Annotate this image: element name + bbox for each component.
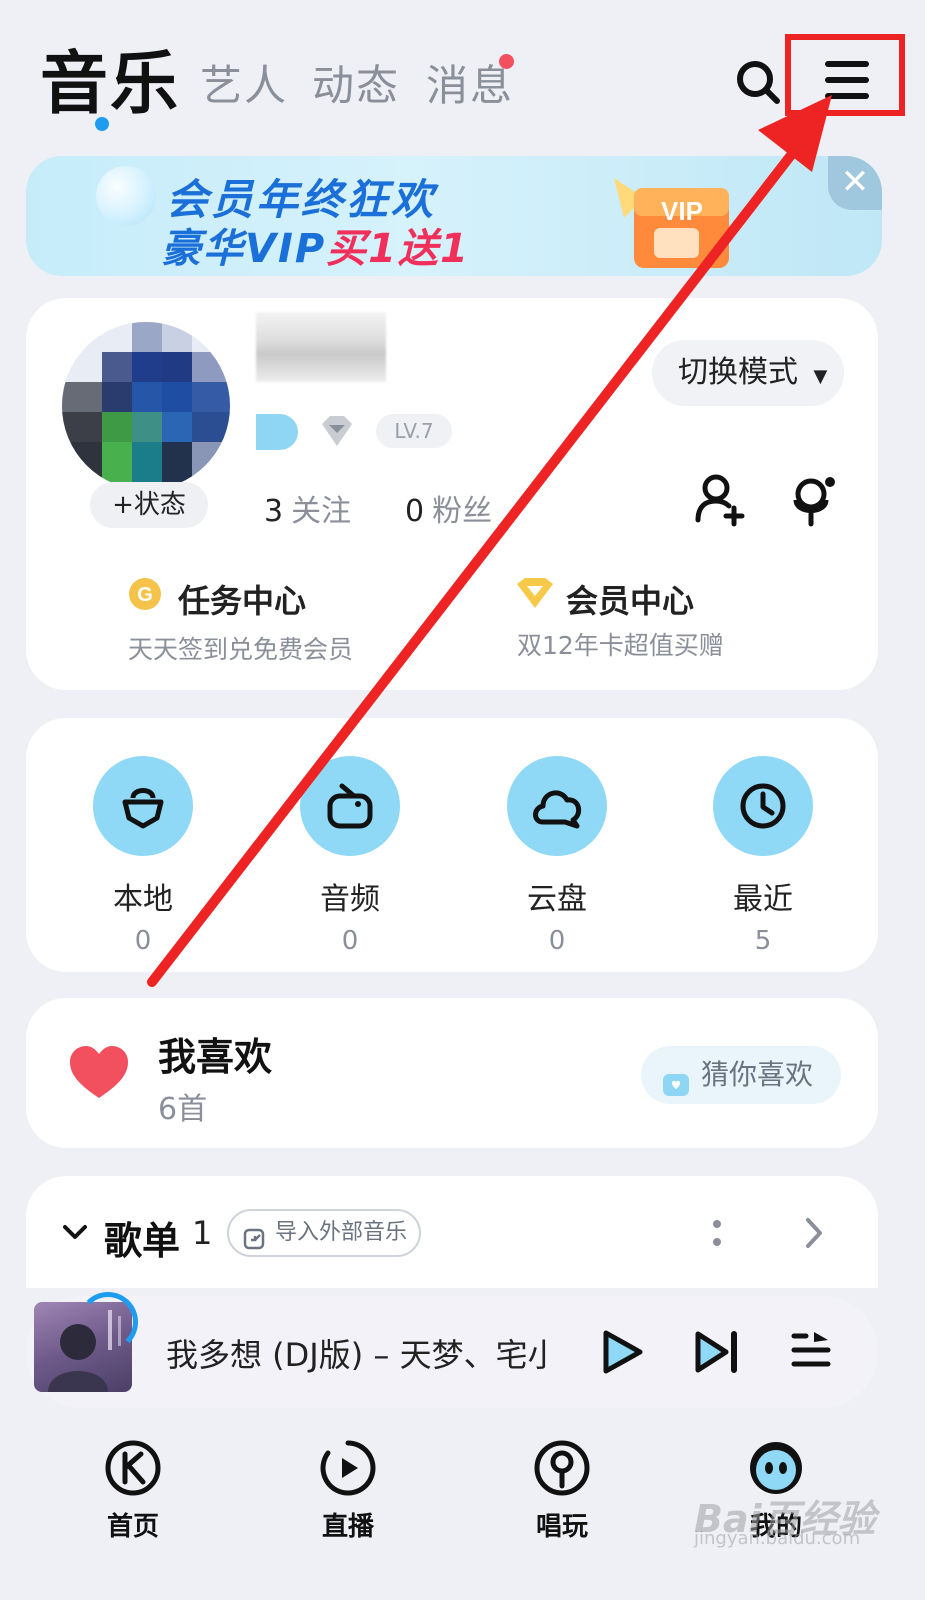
- tab-music[interactable]: 音乐: [40, 28, 180, 127]
- username-blurred: [256, 312, 386, 382]
- entry-count: 5: [754, 926, 772, 956]
- active-tab-indicator: [95, 117, 109, 131]
- favorites-title: 我喜欢: [158, 1035, 273, 1079]
- entry-count: 0: [548, 926, 566, 956]
- entry-count: 0: [341, 926, 359, 956]
- avatar[interactable]: [62, 322, 230, 490]
- gold-coin-icon: G: [128, 577, 162, 611]
- add-friend-icon[interactable]: [690, 470, 750, 530]
- heart-icon: [68, 1044, 130, 1100]
- following-count[interactable]: 3 关注: [264, 486, 351, 530]
- entry-audio[interactable]: 音频 0: [300, 756, 400, 956]
- nav-home[interactable]: 首页: [78, 1438, 188, 1543]
- watermark-url: jingyan.baidu.com: [694, 1528, 861, 1549]
- entry-count: 0: [134, 926, 152, 956]
- vip-center-subtitle[interactable]: 双12年卡超值买赠: [517, 626, 724, 662]
- import-icon: [243, 1222, 265, 1250]
- tv-icon: [661, 1060, 691, 1096]
- level-badge[interactable]: LV.7: [376, 414, 452, 448]
- local-music-icon: [93, 756, 193, 856]
- nav-label: 唱玩: [535, 1512, 588, 1542]
- diamond-icon[interactable]: [318, 414, 356, 454]
- menu-highlight-box: [785, 34, 905, 116]
- home-k-icon: [105, 1440, 161, 1496]
- favorites-count: 6首: [158, 1092, 208, 1127]
- more-options-icon[interactable]: [710, 1218, 724, 1248]
- cloud-icon: [507, 756, 607, 856]
- playlist-title[interactable]: 歌单: [104, 1210, 180, 1265]
- nav-sing[interactable]: 唱玩: [507, 1438, 617, 1543]
- live-play-icon: [320, 1440, 376, 1496]
- entry-label: 音频: [320, 882, 380, 917]
- playlist-count: 1: [192, 1214, 213, 1252]
- progress-ring: [78, 1292, 138, 1352]
- entry-label: 本地: [113, 882, 173, 917]
- next-track-icon[interactable]: [694, 1330, 740, 1374]
- tab-artists[interactable]: 艺人: [200, 52, 288, 113]
- task-center-subtitle[interactable]: 天天签到兑免费会员: [128, 630, 353, 666]
- mic-icon: [534, 1440, 590, 1496]
- guess-you-like-button[interactable]: 猜你喜欢: [641, 1046, 841, 1104]
- gift-box-icon: VIP: [594, 168, 744, 272]
- dropdown-caret-icon: ▼: [813, 366, 828, 387]
- chevron-right-icon[interactable]: [804, 1216, 824, 1250]
- nav-label: 首页: [106, 1512, 159, 1542]
- nav-label: 直播: [321, 1512, 374, 1542]
- task-center-title[interactable]: 任务中心: [178, 576, 306, 622]
- tab-feed[interactable]: 动态: [312, 52, 400, 113]
- vip-center-title[interactable]: 会员中心: [566, 576, 694, 622]
- add-status-button[interactable]: +状态: [90, 482, 208, 528]
- entry-label: 最近: [733, 882, 793, 917]
- banner-subline: 豪华VIP买1送1: [161, 226, 470, 272]
- switch-mode-button[interactable]: 切换模式 ▼: [652, 340, 844, 406]
- fans-count[interactable]: 0 粉丝: [405, 486, 492, 530]
- vip-badge-icon[interactable]: [256, 414, 298, 450]
- search-icon[interactable]: [734, 58, 782, 106]
- vip-diamond-icon: [515, 578, 555, 610]
- nav-live[interactable]: 直播: [293, 1438, 403, 1543]
- karaoke-mic-icon[interactable]: [784, 470, 844, 530]
- entry-recent[interactable]: 最近 5: [713, 756, 813, 956]
- svg-text:G: G: [137, 584, 153, 606]
- playlist-queue-icon[interactable]: [790, 1330, 832, 1372]
- banner-close-icon[interactable]: ✕: [828, 156, 882, 210]
- chevron-down-icon[interactable]: [62, 1222, 88, 1242]
- promo-banner[interactable]: 会员年终狂欢 豪华VIP买1送1 VIP: [26, 156, 882, 276]
- entry-label: 云盘: [527, 882, 587, 917]
- now-playing-title[interactable]: 我多想 (DJ版) – 天梦、宅小: [166, 1330, 550, 1376]
- unread-dot: [499, 54, 514, 69]
- radio-icon: [300, 756, 400, 856]
- entry-cloud[interactable]: 云盘 0: [507, 756, 607, 956]
- entry-local[interactable]: 本地 0: [93, 756, 193, 956]
- bubble-decoration: [96, 166, 156, 226]
- svg-text:VIP: VIP: [661, 196, 703, 226]
- clock-icon: [713, 756, 813, 856]
- import-music-button[interactable]: 导入外部音乐: [227, 1209, 421, 1257]
- play-icon[interactable]: [598, 1328, 646, 1376]
